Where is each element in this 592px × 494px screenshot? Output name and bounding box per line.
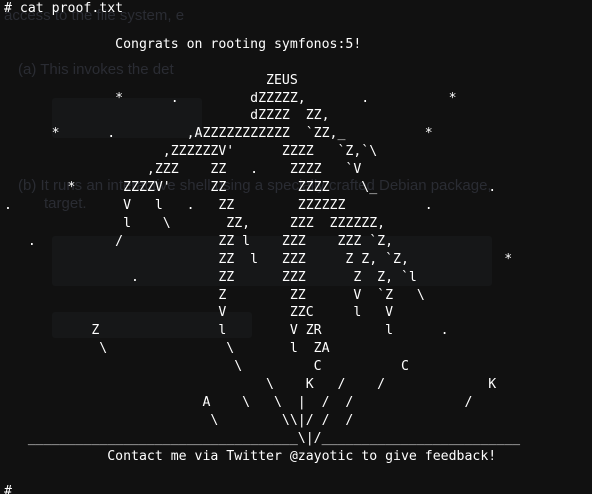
terminal-window[interactable]: access to the file system, e (a) This in… bbox=[0, 0, 592, 494]
ascii-art-line: \ K / / K bbox=[4, 377, 497, 393]
ascii-art-line: * . ,AZZZZZZZZZZZ `ZZ,_ * bbox=[4, 126, 433, 142]
ascii-art-line: V ZZC l V bbox=[4, 305, 394, 321]
ascii-art-line: * ZZZZV' ZZ ZZZZ \_ . bbox=[4, 180, 497, 196]
ascii-art-line: l \ ZZ, ZZZ ZZZZZZ, bbox=[4, 215, 386, 231]
shell-prompt[interactable]: # bbox=[4, 483, 12, 494]
ascii-art-line: \ C C bbox=[4, 359, 409, 375]
ascii-art-line: dZZZZ ZZ, bbox=[4, 108, 330, 124]
ascii-art-line: ZEUS bbox=[4, 72, 298, 88]
ascii-art-line: \ \\|/ / / bbox=[4, 412, 354, 428]
ascii-art-ground-line: __________________________________\|/___… bbox=[4, 430, 521, 446]
ascii-art-line: ,ZZZZZZV' ZZZZ `Z,`\ bbox=[4, 144, 378, 160]
ascii-art-line: . ZZ ZZZ Z Z, `l bbox=[4, 269, 417, 285]
ascii-art-line: . V l . ZZ ZZZZZZ . bbox=[4, 197, 433, 213]
ascii-art-line: Z ZZ V `Z \ bbox=[4, 287, 425, 303]
congrats-message: Congrats on rooting symfonos:5! bbox=[4, 36, 362, 52]
ascii-art-line: Z l V ZR l . bbox=[4, 323, 449, 339]
ascii-art-line: ZZ l ZZZ Z Z, `Z, * bbox=[4, 251, 513, 267]
contact-message: Contact me via Twitter @zayotic to give … bbox=[4, 448, 497, 464]
ascii-art-line: \ \ l ZA bbox=[4, 341, 330, 357]
ascii-art-line: * . dZZZZZ, . * bbox=[4, 90, 457, 106]
ascii-art-line: . / ZZ l ZZZ ZZZ `Z, bbox=[4, 233, 394, 249]
ascii-art-line: A \ \ | / / / bbox=[4, 394, 473, 410]
command-line: # cat proof.txt bbox=[4, 1, 124, 16]
terminal-output: # cat proof.txt Congrats on rooting symf… bbox=[4, 0, 520, 494]
ascii-art-line: ,ZZZ ZZ . ZZZZ `V bbox=[4, 162, 362, 178]
